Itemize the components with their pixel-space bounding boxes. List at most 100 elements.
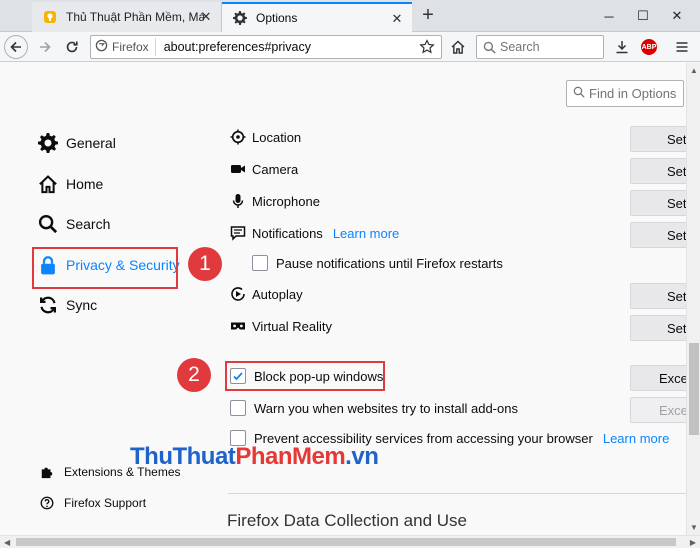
search-input[interactable] bbox=[500, 40, 590, 54]
sidebar-item-label: Home bbox=[66, 176, 104, 192]
reload-button[interactable] bbox=[60, 35, 84, 59]
permission-label: Microphone bbox=[252, 193, 320, 209]
home-button[interactable] bbox=[446, 35, 470, 59]
downloads-button[interactable] bbox=[610, 35, 634, 59]
horizontal-scroll-thumb[interactable] bbox=[16, 538, 676, 546]
tab-close-icon[interactable]: ✕ bbox=[199, 10, 213, 24]
permission-microphone: Microphone bbox=[230, 193, 320, 209]
vr-settings-button[interactable]: Settings... bbox=[630, 315, 686, 341]
sidebar-item-sync[interactable]: Sync bbox=[38, 295, 97, 315]
addons-exceptions-button: Exceptions... bbox=[630, 397, 686, 423]
permission-notifications: Notifications Learn more bbox=[230, 225, 399, 241]
permission-label: Autoplay bbox=[252, 286, 303, 302]
sidebar-item-label: Search bbox=[66, 216, 111, 232]
forward-arrow-icon bbox=[40, 41, 51, 53]
permission-label: Notifications bbox=[252, 225, 323, 241]
search-icon bbox=[573, 86, 585, 101]
tab-label: Thủ Thuật Phần Mềm, Máy Tính bbox=[66, 10, 204, 24]
microphone-settings-button[interactable]: Settings... bbox=[630, 190, 686, 216]
menu-button[interactable] bbox=[670, 35, 694, 59]
scroll-down-icon[interactable]: ▼ bbox=[690, 523, 698, 532]
pause-notifications-checkbox[interactable] bbox=[252, 255, 268, 271]
autoplay-icon bbox=[230, 286, 246, 302]
hamburger-menu-icon bbox=[676, 42, 688, 52]
vertical-scroll-thumb[interactable] bbox=[689, 343, 699, 435]
permission-autoplay: Autoplay bbox=[230, 286, 303, 302]
close-window-button[interactable]: ✕ bbox=[654, 0, 700, 32]
tab-close-icon[interactable]: ✕ bbox=[390, 12, 404, 26]
search-icon bbox=[38, 214, 58, 234]
watermark-logo: ThuThuatPhanMem.vn bbox=[130, 443, 379, 470]
notifications-settings-button[interactable]: Settings... bbox=[630, 222, 686, 248]
find-placeholder: Find in Options bbox=[589, 86, 677, 101]
reload-icon bbox=[66, 41, 78, 53]
warn-addons-label: Warn you when websites try to install ad… bbox=[254, 400, 518, 416]
sidebar-firefox-support[interactable]: Firefox Support bbox=[38, 496, 146, 510]
search-icon bbox=[483, 41, 496, 54]
camera-settings-button[interactable]: Settings... bbox=[630, 158, 686, 184]
warn-addons-option[interactable]: Warn you when websites try to install ad… bbox=[230, 400, 518, 416]
location-icon bbox=[230, 129, 246, 145]
tab-options[interactable]: Options ✕ bbox=[222, 2, 412, 32]
back-button[interactable] bbox=[4, 35, 28, 59]
vertical-scrollbar[interactable]: ▲ ▼ bbox=[686, 63, 700, 535]
notification-icon bbox=[230, 225, 246, 241]
nav-toolbar: Firefox about:preferences#privacy ABP bbox=[0, 32, 700, 62]
identity-label: Firefox bbox=[112, 40, 149, 54]
sync-icon bbox=[38, 295, 58, 315]
popups-exceptions-button[interactable]: Exceptions... bbox=[630, 365, 686, 391]
tab-thuthuat[interactable]: Thủ Thuật Phần Mềm, Máy Tính ✕ bbox=[32, 2, 222, 32]
annotation-badge-2: 2 bbox=[177, 358, 211, 392]
permission-virtual-reality: Virtual Reality bbox=[230, 318, 332, 334]
accessibility-learn-more-link[interactable]: Learn more bbox=[603, 431, 669, 446]
back-arrow-icon bbox=[10, 41, 21, 53]
pause-notifications-option[interactable]: Pause notifications until Firefox restar… bbox=[252, 255, 503, 271]
search-bar[interactable] bbox=[476, 35, 604, 59]
warn-addons-checkbox[interactable] bbox=[230, 400, 246, 416]
identity-box[interactable]: Firefox bbox=[91, 38, 156, 56]
url-bar[interactable]: Firefox about:preferences#privacy bbox=[90, 35, 442, 59]
firefox-icon bbox=[95, 39, 108, 55]
location-settings-button[interactable]: Settings... bbox=[630, 126, 686, 152]
sidebar-item-search[interactable]: Search bbox=[38, 214, 110, 234]
puzzle-icon bbox=[38, 465, 56, 479]
gear-icon bbox=[232, 10, 248, 26]
horizontal-scrollbar[interactable]: ◀ ▶ bbox=[0, 535, 700, 548]
sidebar-footer-label: Firefox Support bbox=[64, 496, 147, 510]
preferences-page: Find in Options General Home Search Priv… bbox=[0, 63, 686, 535]
section-title-data-collection: Firefox Data Collection and Use bbox=[227, 511, 468, 530]
home-icon bbox=[451, 40, 465, 54]
tab-strip: Thủ Thuật Phần Mềm, Máy Tính ✕ Options ✕… bbox=[0, 0, 700, 32]
section-divider bbox=[228, 493, 686, 494]
permission-label: Virtual Reality bbox=[252, 318, 332, 334]
notifications-learn-more-link[interactable]: Learn more bbox=[333, 226, 399, 241]
adblock-button[interactable]: ABP bbox=[637, 35, 661, 59]
url-text[interactable]: about:preferences#privacy bbox=[164, 40, 311, 54]
permission-location: Location bbox=[230, 129, 301, 145]
tab-label: Options bbox=[256, 11, 298, 25]
sidebar-item-label: Sync bbox=[66, 297, 98, 313]
download-icon bbox=[616, 41, 628, 54]
new-tab-button[interactable]: + bbox=[416, 4, 440, 28]
home-icon bbox=[38, 174, 58, 194]
camera-icon bbox=[230, 161, 246, 177]
sidebar-item-home[interactable]: Home bbox=[38, 174, 103, 194]
vr-headset-icon bbox=[230, 318, 246, 334]
sidebar-item-general[interactable]: General bbox=[38, 133, 116, 153]
scroll-left-icon[interactable]: ◀ bbox=[4, 538, 10, 547]
adblock-plus-icon: ABP bbox=[641, 39, 657, 55]
scroll-up-icon[interactable]: ▲ bbox=[690, 66, 698, 75]
bookmark-star-icon[interactable] bbox=[419, 39, 435, 58]
scroll-right-icon[interactable]: ▶ bbox=[690, 538, 696, 547]
find-in-options-input[interactable]: Find in Options bbox=[566, 80, 684, 107]
microphone-icon bbox=[230, 193, 246, 209]
highlight-box-popups bbox=[225, 361, 385, 391]
pause-notifications-label: Pause notifications until Firefox restar… bbox=[276, 255, 503, 271]
forward-button[interactable] bbox=[33, 35, 57, 59]
permission-camera: Camera bbox=[230, 161, 298, 177]
help-icon bbox=[38, 496, 56, 510]
permission-label: Location bbox=[252, 129, 302, 145]
sidebar-item-label: General bbox=[66, 135, 116, 151]
autoplay-settings-button[interactable]: Settings... bbox=[630, 283, 686, 309]
annotation-badge-1: 1 bbox=[188, 247, 222, 281]
